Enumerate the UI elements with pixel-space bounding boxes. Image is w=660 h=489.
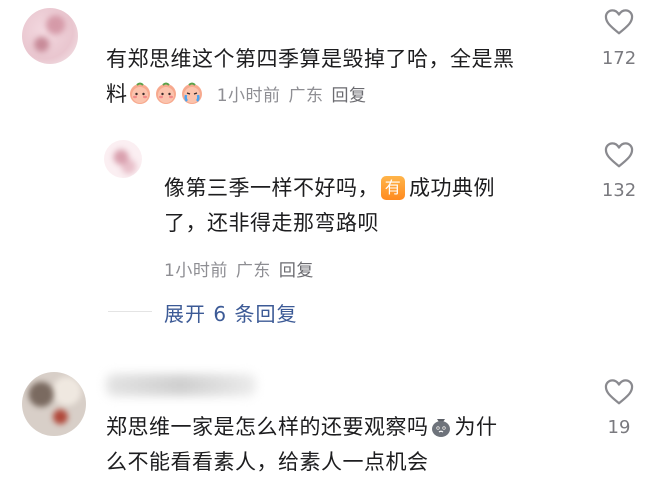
- comment-2-location: 广东: [235, 261, 271, 281]
- comment-3-text-line1b: 为什: [454, 415, 498, 439]
- comment-1-reply-button[interactable]: 回复: [332, 86, 367, 106]
- comment-3-text: 郑思维一家是怎么样的还要观察吗 为什 么不能看看素人，给素人一点机会: [106, 410, 586, 480]
- comment-2-text: 像第三季一样不好吗，有成功典例 了，还非得走那弯路呗: [164, 171, 584, 241]
- comment-3-like-icon[interactable]: [604, 378, 634, 406]
- comment-3-username[interactable]: [106, 374, 256, 396]
- comment-2-reply-button[interactable]: 回复: [279, 261, 314, 281]
- comment-2-avatar[interactable]: [104, 140, 142, 178]
- expand-divider: [108, 311, 152, 312]
- comment-1-text-line1: 有郑思维这个第四季算是毁掉了哈，全是黑: [106, 47, 515, 71]
- comment-1-like-count: 172: [601, 48, 637, 69]
- comment-1-meta: 1小时前 广东 回复: [217, 86, 375, 106]
- expand-replies-button[interactable]: 展开 6 条回复: [164, 298, 297, 327]
- comment-2-text-line2: 了，还非得走那弯路呗: [164, 211, 379, 235]
- have-badge-icon: 有: [381, 176, 405, 200]
- peach-face-icon: [155, 82, 176, 104]
- comment-2-like-icon[interactable]: [604, 141, 634, 169]
- comment-2-like-count: 132: [601, 180, 637, 201]
- comment-3-text-line2: 么不能看看素人，给素人一点机会: [106, 450, 429, 474]
- comment-3-text-line1a: 郑思维一家是怎么样的还要观察吗: [106, 415, 429, 439]
- peach-face-icon: [129, 82, 150, 104]
- comment-1-text-line2: 料: [106, 82, 128, 106]
- comment-2-time: 1小时前: [164, 261, 228, 281]
- comment-2-text-line1b: 成功典例: [409, 176, 495, 200]
- money-bag-face-icon: [431, 419, 450, 437]
- comment-3-avatar[interactable]: [22, 372, 86, 436]
- comment-1-time: 1小时前: [216, 86, 281, 106]
- comment-1-text: 有郑思维这个第四季算是毁掉了哈，全是黑 料 1小时前 广东 回复: [106, 42, 586, 114]
- peach-crying-icon: [181, 82, 202, 104]
- comment-3-like-count: 19: [607, 417, 631, 438]
- comment-2-text-line1a: 像第三季一样不好吗，: [164, 176, 379, 200]
- comment-1-location: 广东: [288, 86, 324, 106]
- comment-2-meta: 1小时前 广东 回复: [164, 256, 322, 281]
- comment-1-like-icon[interactable]: [604, 8, 634, 36]
- comment-1-avatar[interactable]: [22, 8, 78, 64]
